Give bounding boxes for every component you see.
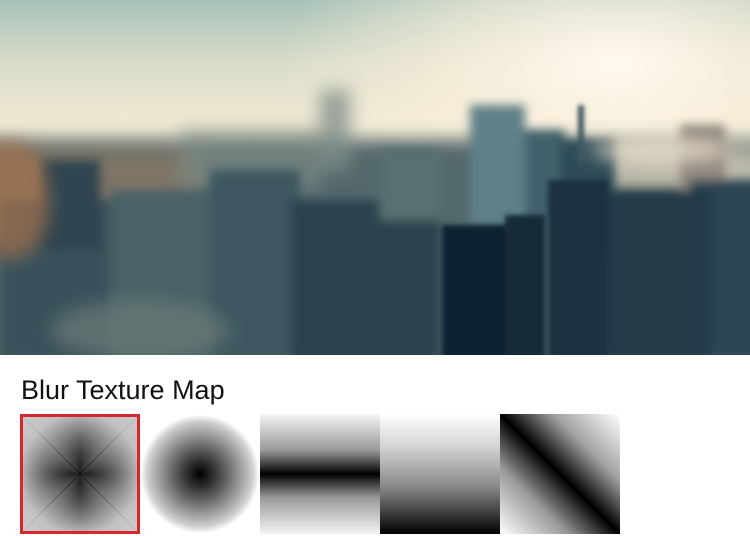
texture-map-option-vertical-gradient[interactable] xyxy=(380,414,500,534)
radial-gradient-map-icon xyxy=(140,414,260,534)
blurred-preview-image xyxy=(0,0,750,355)
texture-map-option-radial[interactable] xyxy=(140,414,260,534)
city-skyline-photo xyxy=(0,0,750,355)
texture-map-option-horizontal-band[interactable] xyxy=(260,414,380,534)
vertical-gradient-map-icon xyxy=(380,414,500,534)
texture-map-option-diagonal-band[interactable] xyxy=(500,414,620,534)
texture-map-option-square[interactable] xyxy=(20,414,140,534)
texture-map-list xyxy=(20,414,620,534)
square-gradient-core xyxy=(20,414,140,534)
horizontal-band-map-icon xyxy=(260,414,380,534)
section-title: Blur Texture Map xyxy=(21,375,225,405)
diagonal-band-map-icon xyxy=(500,414,620,534)
